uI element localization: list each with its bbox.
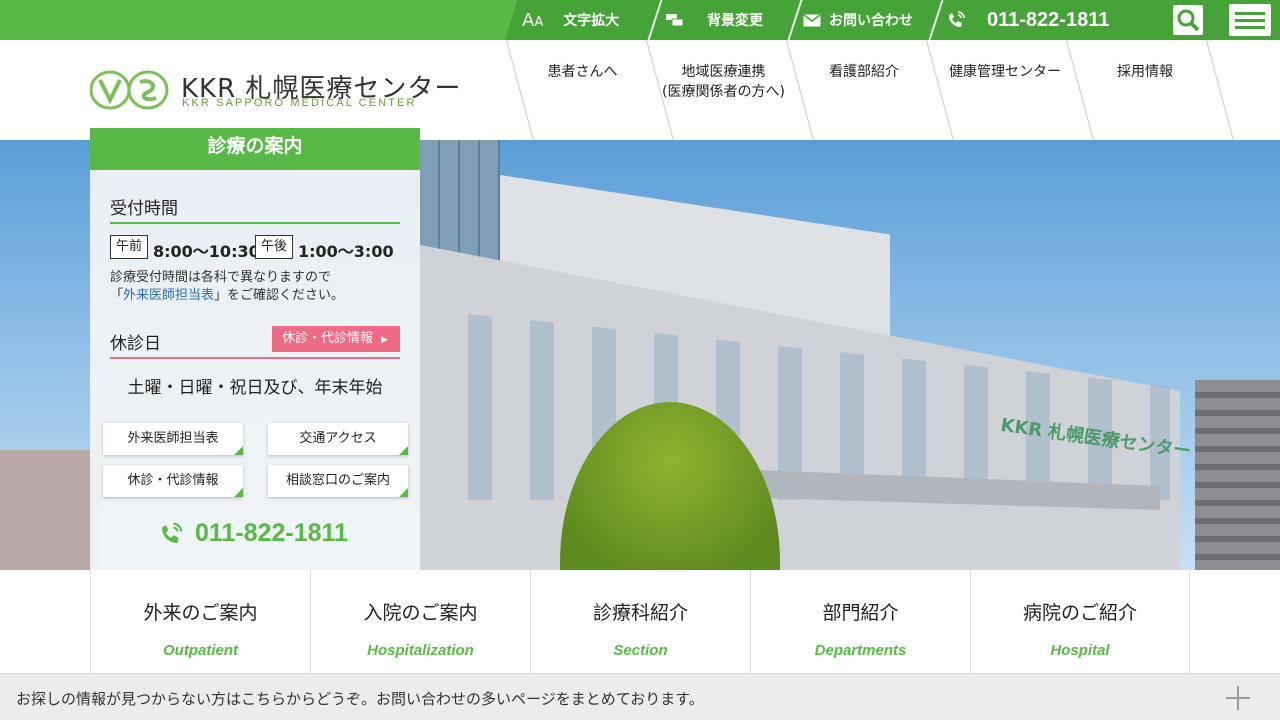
category-label-en: Hospital	[1050, 642, 1110, 659]
font-size-button[interactable]: AA 文字拡大	[522, 0, 619, 40]
logo-subtitle: KKR SAPPORO MEDICAL CENTER	[182, 97, 417, 109]
reception-title: 受付時間	[110, 199, 178, 219]
utility-bar: AA 文字拡大 背景変更 お問い合わせ 011-822-1811	[0, 0, 1280, 40]
pm-time: 1:00〜3:00	[298, 242, 394, 261]
panel-phone-number: 011-822-1811	[195, 519, 348, 547]
category-label-en: Outpatient	[163, 642, 238, 659]
logo-icon[interactable]	[90, 70, 170, 110]
font-size-label: 文字拡大	[563, 13, 620, 29]
search-button[interactable]	[1173, 5, 1203, 35]
category-label: 部門紹介	[822, 602, 899, 624]
category-label-en: Section	[613, 642, 668, 659]
doctor-schedule-link[interactable]: 外来医師担当表	[123, 288, 214, 303]
phone-link[interactable]: 011-822-1811	[945, 0, 1109, 40]
panel-title: 診療の案内	[90, 128, 420, 170]
closed-info-button[interactable]: 休診・代診情報 ▶	[272, 326, 400, 352]
apartment-building	[1195, 380, 1280, 570]
nav-item-health-center[interactable]: 健康管理センター	[940, 40, 1070, 140]
category-departments[interactable]: 部門紹介 Departments	[750, 570, 970, 673]
category-section[interactable]: 診療科紹介 Section	[530, 570, 750, 673]
closed-info-label: 休診・代診情報	[282, 331, 374, 346]
nav-label: 地域医療連携	[681, 64, 766, 80]
nav-label: 患者さんへ	[547, 64, 618, 80]
am-tag: 午前	[110, 235, 149, 259]
arrow-right-icon: ▶	[381, 335, 389, 345]
main-categories: 外来のご案内 Outpatient 入院のご案内 Hospitalization…	[90, 570, 1190, 673]
category-hospital[interactable]: 病院のご紹介 Hospital	[970, 570, 1190, 673]
search-icon	[1177, 9, 1200, 32]
category-label-en: Departments	[814, 642, 907, 659]
category-label: 入院のご案内	[363, 602, 478, 624]
background-icon	[666, 14, 684, 27]
hamburger-menu-button[interactable]	[1229, 4, 1271, 36]
expand-plus-icon[interactable]	[1226, 686, 1250, 710]
nav-item-regional-cooperation[interactable]: 地域医療連携 (医療関係者の方へ)	[655, 40, 792, 140]
nav-item-patients[interactable]: 患者さんへ	[520, 40, 645, 140]
page: AA 文字拡大 背景変更 お問い合わせ 011-822-1811 KKR 札幌医…	[0, 0, 1280, 720]
category-label: 診療科紹介	[592, 602, 688, 624]
note-text: 「	[110, 288, 124, 303]
reception-underline	[110, 222, 400, 224]
consultation-button[interactable]: 相談窓口のご案内	[268, 465, 408, 497]
nav-item-nursing[interactable]: 看護部紹介	[800, 40, 928, 140]
background-building	[0, 450, 100, 570]
background-change-button[interactable]: 背景変更	[665, 0, 763, 40]
note-text: 」をご確認ください。	[214, 288, 345, 303]
mail-icon	[803, 13, 821, 26]
category-label-en: Hospitalization	[367, 642, 474, 659]
am-time: 8:00〜10:30	[153, 242, 260, 261]
faq-bar-text: お探しの情報が見つからない方はこちらからどうぞ。お問い合わせの多いページをまとめ…	[16, 690, 704, 708]
menu-icon	[1235, 25, 1265, 29]
phone-icon	[949, 11, 965, 27]
access-button[interactable]: 交通アクセス	[268, 423, 408, 455]
nav-label: 看護部紹介	[829, 64, 899, 80]
contact-label: お問い合わせ	[829, 13, 913, 29]
category-label: 外来のご案内	[143, 602, 258, 624]
panel-phone-link[interactable]: 011-822-1811	[157, 519, 348, 548]
category-hospitalization[interactable]: 入院のご案内 Hospitalization	[310, 570, 530, 673]
category-label: 病院のご紹介	[1022, 602, 1137, 624]
closed-underline	[110, 357, 400, 359]
reception-note: 診療受付時間は各科で異なりますので 「外来医師担当表」をご確認ください。	[110, 269, 344, 305]
closed-days-title: 休診日	[110, 334, 161, 354]
pm-tag: 午後	[255, 235, 294, 259]
nav-label: 健康管理センター	[949, 64, 1061, 80]
nav-label: 採用情報	[1117, 64, 1173, 80]
closed-days: 土曜・日曜・祝日及び、年末年始	[127, 378, 383, 398]
contact-button[interactable]: お問い合わせ	[803, 0, 913, 40]
background-change-label: 背景変更	[707, 13, 763, 29]
menu-icon	[1235, 11, 1265, 15]
nav-item-recruit[interactable]: 採用情報	[1080, 40, 1210, 140]
category-outpatient[interactable]: 外来のご案内 Outpatient	[90, 570, 310, 673]
phone-icon	[162, 522, 183, 543]
nav-sublabel: (医療関係者の方へ)	[662, 84, 785, 100]
doctor-schedule-button[interactable]: 外来医師担当表	[103, 423, 243, 455]
note-text: 診療受付時間は各科で異なりますので	[110, 270, 332, 285]
menu-icon	[1235, 18, 1265, 22]
phone-number: 011-822-1811	[987, 8, 1110, 31]
closed-substitute-button[interactable]: 休診・代診情報	[103, 465, 243, 497]
font-size-icon: AA	[522, 9, 544, 31]
